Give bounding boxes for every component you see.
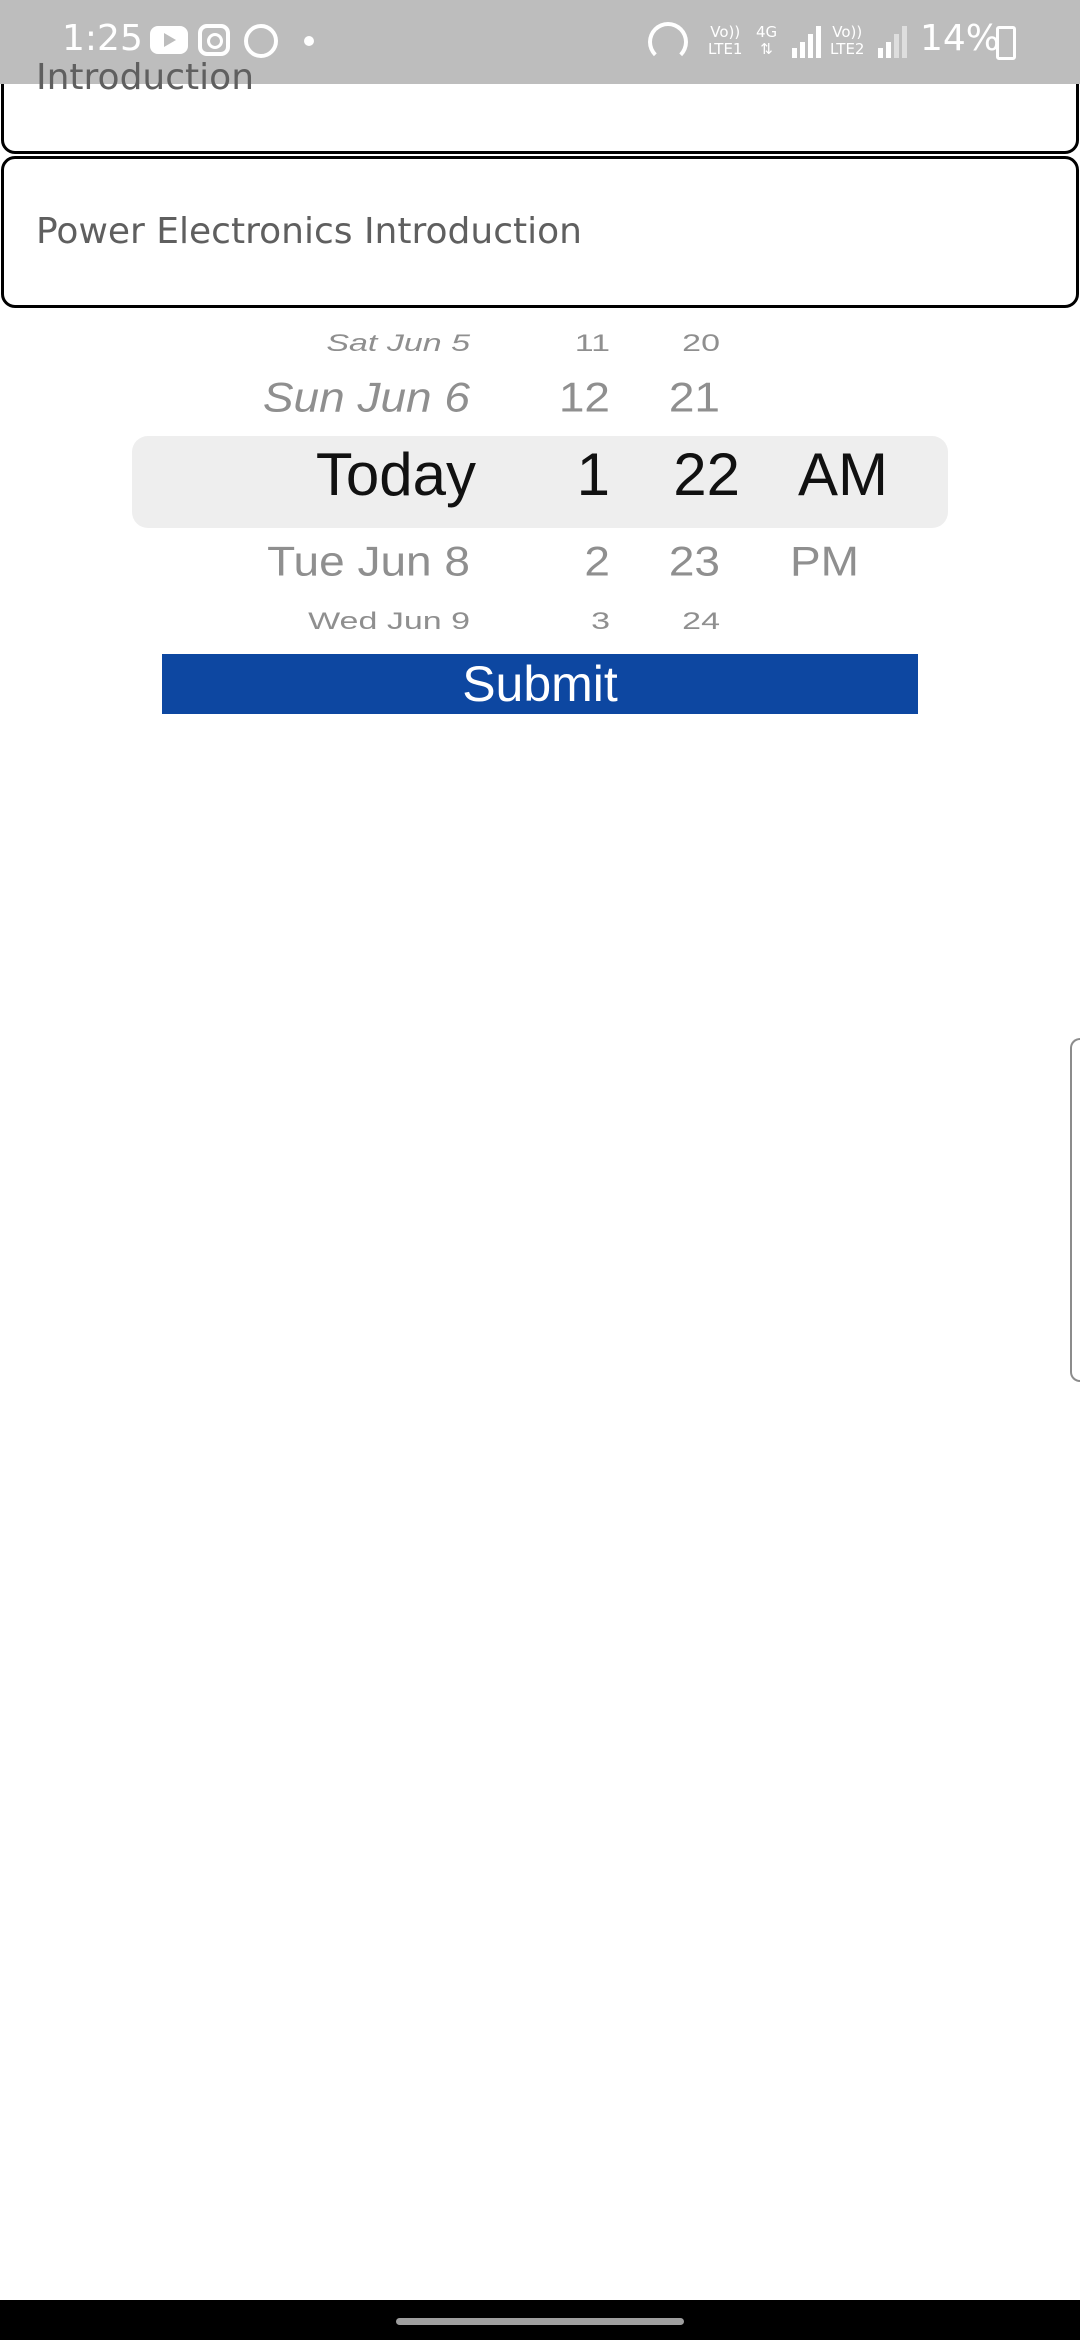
topic-label: Power Electronics Introduction: [36, 211, 582, 252]
more-notifications-icon: [304, 36, 314, 46]
ampm-option-selected[interactable]: AM: [798, 440, 888, 509]
day-option[interactable]: Wed Jun 9: [308, 607, 470, 635]
ampm-wheel[interactable]: AM PM: [790, 318, 900, 632]
minute-option[interactable]: 20: [682, 329, 720, 357]
battery-percentage: 14%: [920, 18, 1001, 59]
navigation-bar: [0, 2300, 1080, 2340]
submit-button[interactable]: Submit: [162, 654, 918, 714]
minute-option[interactable]: 24: [682, 607, 720, 635]
minute-option[interactable]: 21: [669, 373, 720, 422]
edge-panel-handle[interactable]: [1070, 1038, 1080, 1382]
hour-option-selected[interactable]: 1: [577, 440, 610, 509]
home-gesture-handle[interactable]: [396, 2318, 684, 2325]
volte-lte2-indicator: Vo)) LTE2: [830, 24, 864, 58]
day-option[interactable]: Sat Jun 5: [326, 329, 470, 357]
topic-card-power-electronics[interactable]: Power Electronics Introduction: [1, 156, 1079, 308]
hour-option[interactable]: 11: [575, 329, 610, 357]
data-arrows-icon: ⇅: [760, 40, 773, 58]
network-type-label: 4G: [756, 23, 778, 41]
date-time-picker[interactable]: Sat Jun 5 Sun Jun 6 Today Tue Jun 8 Wed …: [0, 318, 1080, 635]
hour-option[interactable]: 2: [584, 537, 610, 586]
instagram-icon: [198, 24, 230, 56]
day-option-selected[interactable]: Today: [316, 440, 476, 509]
network-type-indicator: 4G ⇅: [756, 24, 777, 58]
hour-option[interactable]: 12: [559, 373, 610, 422]
youtube-icon: [150, 26, 188, 54]
lte2-label: LTE2: [830, 40, 865, 58]
minute-option-selected[interactable]: 22: [673, 440, 740, 509]
ampm-option[interactable]: PM: [790, 537, 859, 586]
battery-charging-icon: [996, 26, 1016, 60]
signal-icon: [790, 26, 824, 58]
hour-option[interactable]: 3: [591, 607, 610, 635]
status-time: 1:25: [62, 18, 143, 59]
day-option[interactable]: Sun Jun 6: [263, 373, 470, 422]
lte1-label: LTE1: [708, 40, 743, 58]
topic-label: Introduction: [36, 57, 255, 98]
hotspot-icon: [648, 22, 688, 62]
day-wheel[interactable]: Sat Jun 5 Sun Jun 6 Today Tue Jun 8 Wed …: [150, 318, 476, 635]
volte-label: Vo)): [710, 23, 741, 41]
minute-option[interactable]: 23: [669, 537, 720, 586]
hour-wheel[interactable]: 11 12 1 2 3: [540, 318, 610, 635]
volte-lte1-indicator: Vo)) LTE1: [708, 24, 742, 58]
whatsapp-icon: [244, 24, 278, 58]
volte-label: Vo)): [832, 23, 863, 41]
minute-wheel[interactable]: 20 21 22 23 24: [660, 318, 750, 635]
day-option[interactable]: Tue Jun 8: [267, 537, 470, 586]
signal-icon: [876, 26, 910, 58]
